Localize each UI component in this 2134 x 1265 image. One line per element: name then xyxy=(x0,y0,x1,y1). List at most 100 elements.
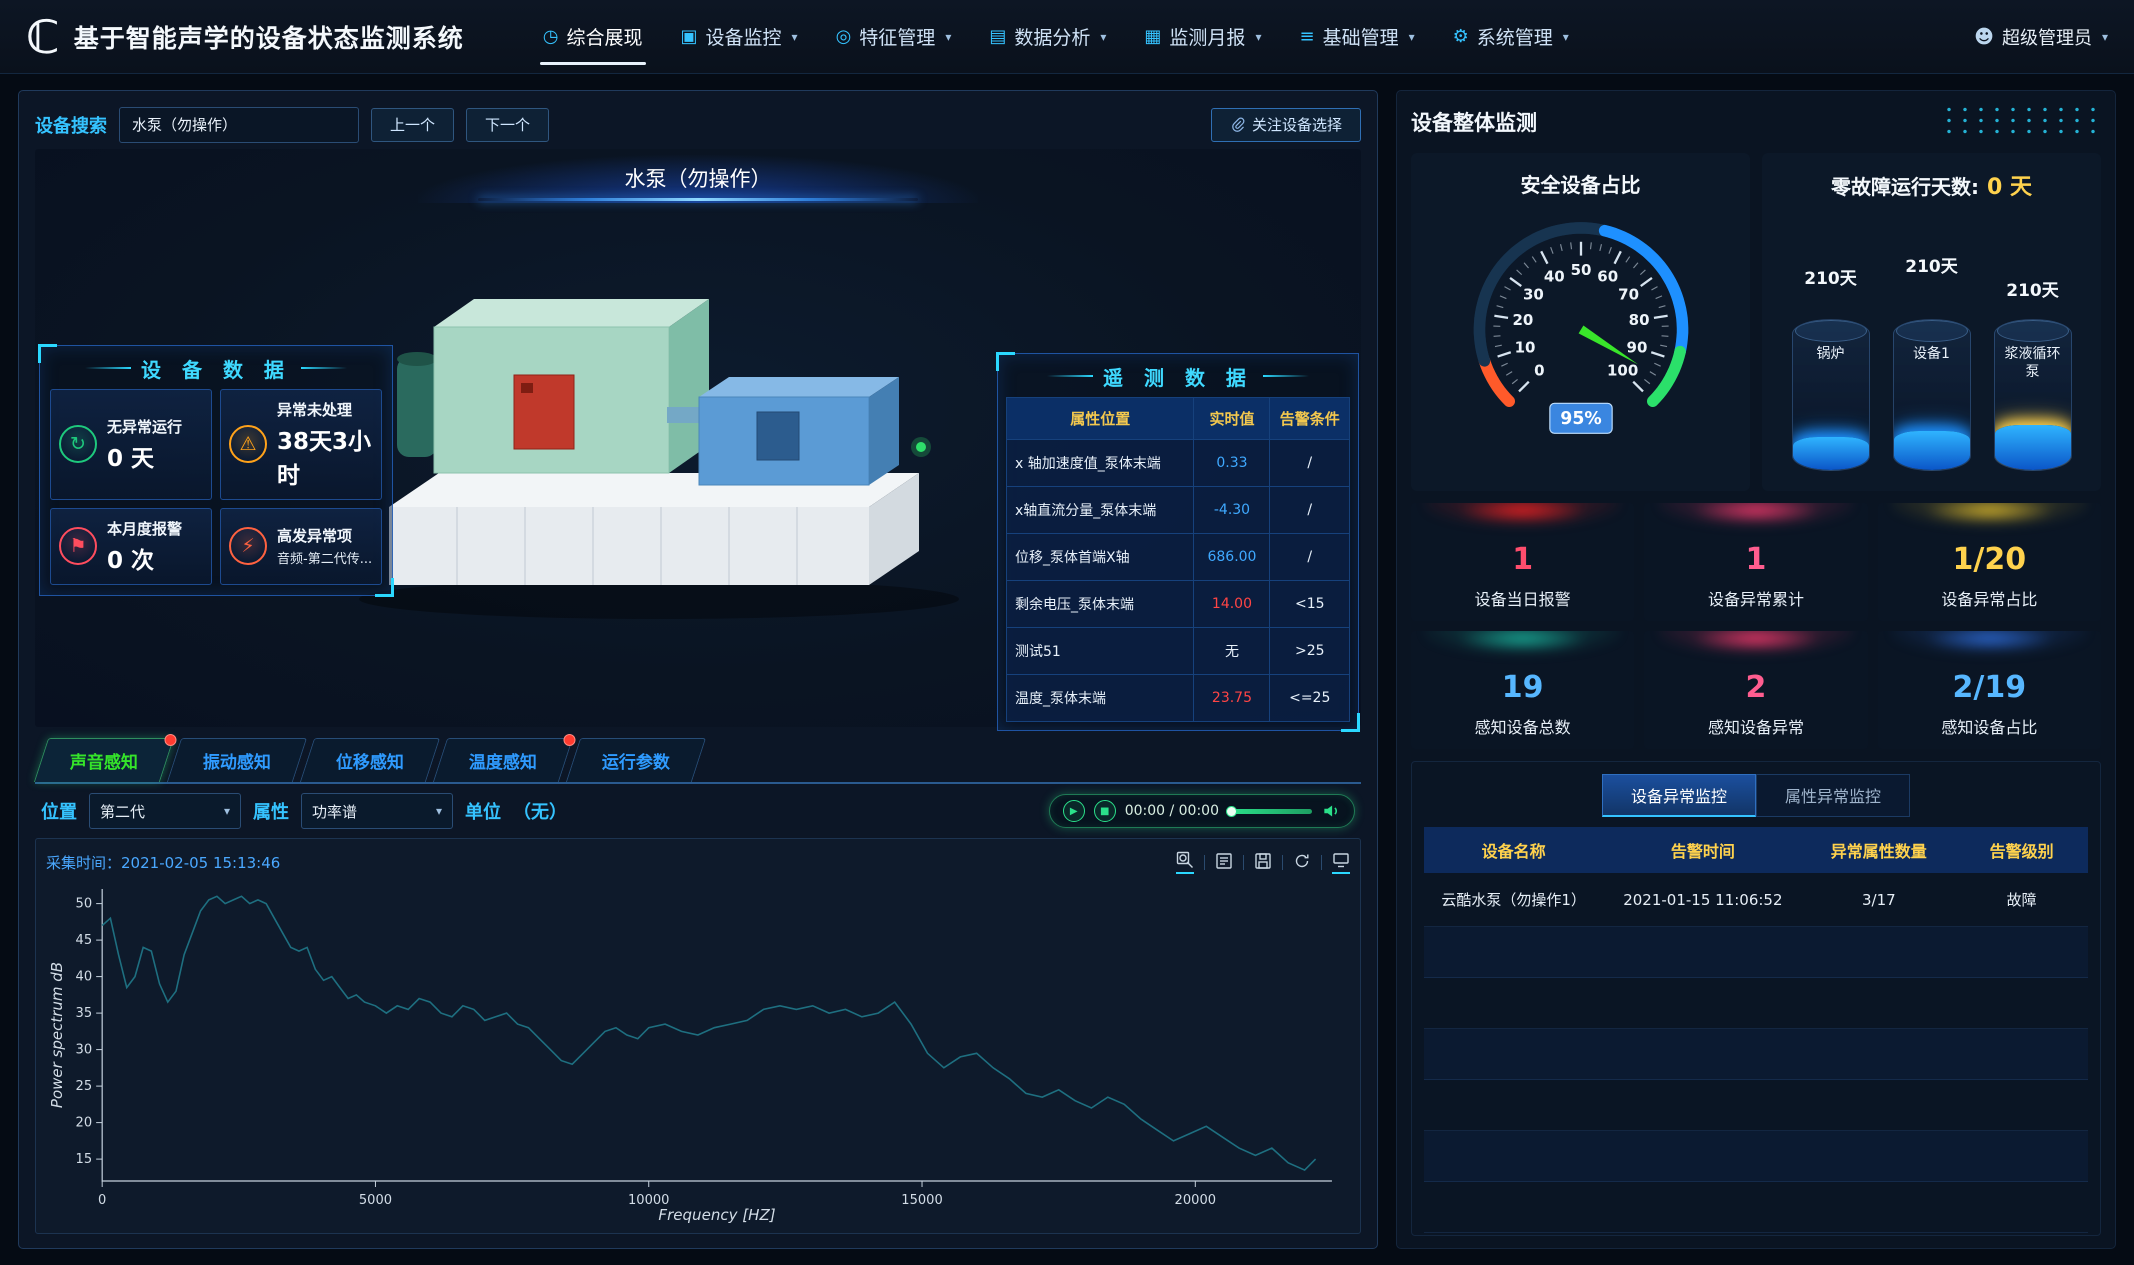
console-icon[interactable] xyxy=(1332,851,1350,874)
svg-text:50: 50 xyxy=(76,897,93,912)
alarm-cell-empty xyxy=(1955,1131,2088,1182)
stat-tile-感知设备异常: 2感知设备异常 xyxy=(1644,631,1867,749)
svg-text:30: 30 xyxy=(1522,285,1543,303)
telemetry-title: 遥 测 数 据 xyxy=(1103,362,1253,391)
nav-item-综合展现[interactable]: ◷综合展现 xyxy=(524,0,662,74)
tab-位移感知[interactable]: 位移感知 xyxy=(300,738,440,782)
svg-text:60: 60 xyxy=(1597,268,1618,286)
nav-item-设备监控[interactable]: ▣设备监控▾ xyxy=(662,0,817,74)
overview-header: 设备整体监测 xyxy=(1411,103,2101,141)
nav-item-label: 特征管理 xyxy=(859,23,935,50)
chevron-down-icon: ▾ xyxy=(945,30,951,44)
telemetry-value: 14.00 xyxy=(1194,580,1270,627)
alarm-col-header: 异常属性数量 xyxy=(1802,827,1955,873)
svg-text:40: 40 xyxy=(76,970,93,985)
toolbar-divider xyxy=(1321,855,1322,870)
nav-item-label: 数据分析 xyxy=(1014,23,1090,50)
nav-item-基础管理[interactable]: ≡基础管理▾ xyxy=(1280,0,1433,74)
alarm-cell-empty xyxy=(1955,1080,2088,1131)
telemetry-row: 测试51无>25 xyxy=(1007,627,1350,674)
stop-button[interactable]: ■ xyxy=(1094,800,1116,822)
attribute-label: 属性 xyxy=(253,798,289,824)
machine-3d-viewport[interactable]: 水泵（勿操作） xyxy=(35,149,1361,727)
refresh-icon[interactable] xyxy=(1293,852,1311,873)
tab-label: 运行参数 xyxy=(602,748,670,773)
play-button[interactable]: ▶ xyxy=(1063,800,1085,822)
chart-toolbar xyxy=(1176,851,1350,874)
alarm-cell-empty xyxy=(1424,927,1603,978)
device-panel: 设备搜索 上一个 下一个 关注设备选择 水泵（勿操作） xyxy=(18,90,1378,1249)
telemetry-row: 剩余电压_泵体末端14.00<15 xyxy=(1007,580,1350,627)
telemetry-condition: / xyxy=(1270,486,1350,533)
device-stat-card: ⚠异常未处理38天3小时 xyxy=(220,389,382,500)
alarm-cell-empty xyxy=(1603,1029,1802,1080)
user-name: 超级管理员 xyxy=(2002,24,2092,50)
attribute-select[interactable]: 功率谱 ▾ xyxy=(301,793,453,829)
volume-icon[interactable] xyxy=(1321,801,1341,821)
user-menu[interactable]: ☻ 超级管理员 ▾ xyxy=(1974,24,2108,50)
stat-label: 设备异常占比 xyxy=(1941,586,2037,610)
svg-text:50: 50 xyxy=(1570,261,1591,279)
telemetry-col-header: 属性位置 xyxy=(1007,397,1194,439)
svg-text:20: 20 xyxy=(76,1116,93,1131)
alarm-col-header: 设备名称 xyxy=(1424,827,1603,873)
alarm-cell: 云酷水泵（勿操作1） xyxy=(1424,873,1603,927)
alarm-cell-empty xyxy=(1955,1182,2088,1233)
tab-运行参数[interactable]: 运行参数 xyxy=(566,738,706,782)
toolbar-divider xyxy=(1204,855,1205,870)
alarm-tab-设备异常监控[interactable]: 设备异常监控 xyxy=(1602,774,1756,817)
stat-tile-设备异常累计: 1设备异常累计 xyxy=(1644,503,1867,621)
chart-controls-row: 位置 第二代 ▾ 属性 功率谱 ▾ 单位 （无） ▶ ■ 00:00 / 00:… xyxy=(35,784,1361,838)
tab-振动感知[interactable]: 振动感知 xyxy=(167,738,307,782)
alarm-cell: 故障 xyxy=(1955,873,2088,927)
tab-温度感知[interactable]: 温度感知 xyxy=(433,738,573,782)
main-nav: ◷综合展现▣设备监控▾ ◎ 特征管理 ▾ ▤数据分析▾▦监测月报▾≡基础管理▾⚙系统管理… xyxy=(524,0,1588,74)
nav-item-特征管理[interactable]: ◎ 特征管理 ▾ xyxy=(817,0,971,74)
telemetry-header-row: 属性位置实时值告警条件 xyxy=(1007,397,1350,439)
feature-icon: ◎ xyxy=(836,26,852,47)
stat-label: 感知设备异常 xyxy=(1708,714,1804,738)
dataview-icon[interactable] xyxy=(1215,852,1233,873)
position-select[interactable]: 第二代 ▾ xyxy=(89,793,241,829)
focus-device-button[interactable]: 关注设备选择 xyxy=(1211,108,1361,142)
alarm-cell-empty xyxy=(1802,927,1955,978)
telemetry-col-header: 告警条件 xyxy=(1270,397,1350,439)
stat-tile-感知设备总数: 19感知设备总数 xyxy=(1411,631,1634,749)
nav-item-系统管理[interactable]: ⚙系统管理▾ xyxy=(1434,0,1588,74)
chevron-down-icon: ▾ xyxy=(792,30,798,44)
telemetry-value: 无 xyxy=(1194,627,1270,674)
nav-item-label: 基础管理 xyxy=(1323,23,1399,50)
tab-声音感知[interactable]: 声音感知 xyxy=(34,738,174,782)
prev-device-button[interactable]: 上一个 xyxy=(371,108,454,142)
cylinder-liquid xyxy=(1995,425,2071,470)
cylinder-锅炉: 210天锅炉 xyxy=(1792,264,1870,471)
power-spectrum-chart[interactable]: 152025303540455005000100001500020000Freq… xyxy=(46,877,1350,1229)
tab-label: 温度感知 xyxy=(469,748,537,773)
focus-device-label: 关注设备选择 xyxy=(1252,114,1342,135)
device-stat-value: 0 天 xyxy=(107,439,182,473)
svg-text:45: 45 xyxy=(76,933,93,948)
save-icon[interactable] xyxy=(1254,852,1272,873)
svg-text:25: 25 xyxy=(76,1079,93,1094)
alarm-empty-row xyxy=(1424,978,2088,1029)
alarm-cell-empty xyxy=(1603,1080,1802,1131)
next-device-button[interactable]: 下一个 xyxy=(466,108,549,142)
device-stat-label: 高发异常项 xyxy=(277,525,372,546)
nav-item-label: 综合展现 xyxy=(567,23,643,50)
zoom-icon[interactable] xyxy=(1176,851,1194,874)
player-progress-knob[interactable] xyxy=(1226,806,1237,817)
telemetry-prop: x轴直流分量_泵体末端 xyxy=(1007,486,1194,533)
nav-item-数据分析[interactable]: ▤数据分析▾ xyxy=(970,0,1125,74)
telemetry-condition: <=25 xyxy=(1270,674,1350,721)
dots-decoration xyxy=(1941,104,2101,140)
telemetry-value: -4.30 xyxy=(1194,486,1270,533)
alarm-tab-属性异常监控[interactable]: 属性异常监控 xyxy=(1756,774,1910,817)
cylinder-浆液循环泵: 210天浆液循环泵 xyxy=(1994,276,2072,471)
cylinder-liquid xyxy=(1894,431,1970,470)
player-progress-bar[interactable] xyxy=(1228,809,1312,814)
report-icon: ▦ xyxy=(1144,26,1161,47)
device-search-input[interactable] xyxy=(119,107,359,143)
svg-text:35: 35 xyxy=(76,1006,93,1021)
monitor-icon: ▣ xyxy=(681,26,698,47)
nav-item-监测月报[interactable]: ▦监测月报▾ xyxy=(1125,0,1280,74)
